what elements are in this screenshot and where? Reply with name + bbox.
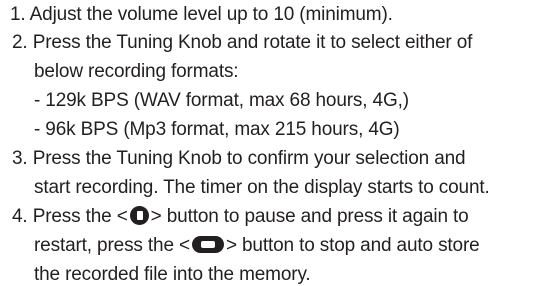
step-3-line-2: start recording. The timer on the displa… <box>34 177 490 199</box>
format-option-mp3-text: - 96k BPS (Mp3 format, max 215 hours, 4G… <box>34 119 400 140</box>
step-4-number: 4. <box>12 206 28 227</box>
step-4-text-line-1a: Press the < <box>32 206 128 227</box>
round-button-icon <box>129 206 149 225</box>
step-4-text-line-3: the recorded file into the memory. <box>34 264 311 285</box>
format-option-mp3: - 96k BPS (Mp3 format, max 215 hours, 4G… <box>34 119 400 141</box>
step-2-line-2: below recording formats: <box>34 61 239 83</box>
step-2-text-line-1: Press the Tuning Knob and rotate it to s… <box>32 32 473 53</box>
step-2-line-1: 2. Press the Tuning Knob and rotate it t… <box>12 32 472 54</box>
step-4-line-2: restart, press the < > button to stop and… <box>34 235 480 257</box>
step-1-text: Adjust the volume level up to 10 (minimu… <box>29 4 393 25</box>
instruction-document: 1. Adjust the volume level up to 10 (min… <box>0 0 557 286</box>
step-1: 1. Adjust the volume level up to 10 (min… <box>10 4 393 26</box>
step-1-number: 1. <box>10 4 26 25</box>
step-4-text-line-2a: restart, press the < <box>34 235 190 256</box>
step-3-number: 3. <box>12 148 28 169</box>
step-2-text-line-2: below recording formats: <box>34 61 239 82</box>
step-4-text-line-2b: > button to stop and auto store <box>225 235 480 256</box>
step-3-text-line-2: start recording. The timer on the displa… <box>34 177 490 198</box>
format-option-wav-text: - 129k BPS (WAV format, max 68 hours, 4G… <box>34 90 409 111</box>
step-3-text-line-1: Press the Tuning Knob to confirm your se… <box>32 148 466 169</box>
pill-button-icon <box>191 236 224 253</box>
step-2-number: 2. <box>12 32 28 53</box>
format-option-wav: - 129k BPS (WAV format, max 68 hours, 4G… <box>34 90 409 112</box>
step-4-line-3: the recorded file into the memory. <box>34 264 311 286</box>
step-4-text-line-1b: > button to pause and press it again to <box>150 206 469 227</box>
step-4-line-1: 4. Press the < > button to pause and pres… <box>12 206 469 228</box>
step-3-line-1: 3. Press the Tuning Knob to confirm your… <box>12 148 466 170</box>
